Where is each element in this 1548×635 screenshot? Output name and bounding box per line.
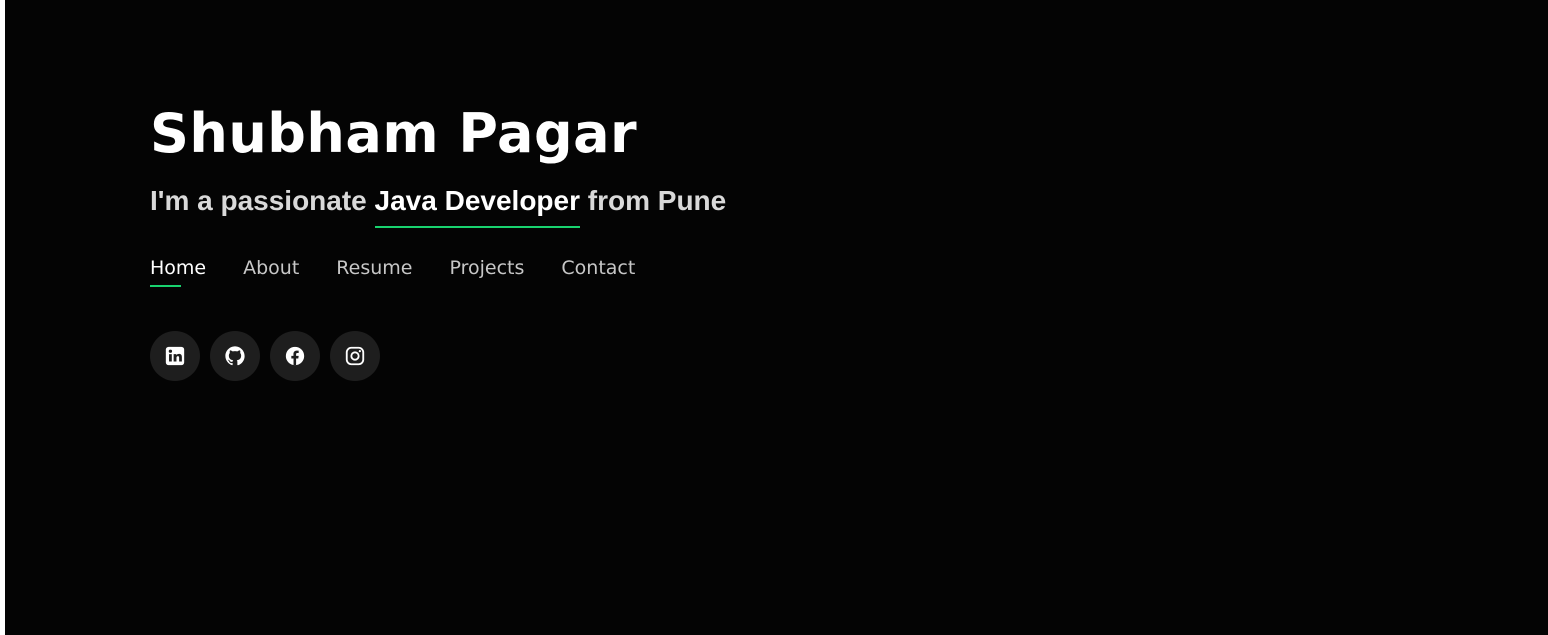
page-title: Shubham Pagar	[150, 102, 638, 165]
tagline-prefix: I'm a passionate	[150, 185, 375, 216]
nav-item-contact[interactable]: Contact	[561, 255, 635, 281]
linkedin-icon	[165, 346, 185, 366]
github-icon	[225, 346, 245, 366]
main-nav: Home About Resume Projects Contact	[150, 255, 726, 287]
github-button[interactable]	[210, 331, 260, 381]
linkedin-button[interactable]	[150, 331, 200, 381]
tagline-suffix: from Pune	[580, 185, 727, 216]
instagram-button[interactable]	[330, 331, 380, 381]
instagram-icon	[345, 346, 365, 366]
nav-item-projects[interactable]: Projects	[449, 255, 524, 281]
social-links	[150, 331, 726, 381]
facebook-icon	[285, 346, 305, 366]
nav-item-resume[interactable]: Resume	[336, 255, 412, 281]
tagline-role: Java Developer	[374, 182, 581, 228]
facebook-button[interactable]	[270, 331, 320, 381]
page-background: Shubham Pagar I'm a passionate Java Deve…	[5, 0, 1548, 635]
nav-item-about[interactable]: About	[243, 255, 299, 281]
tagline: I'm a passionate Java Developer from Pun…	[150, 182, 727, 228]
hero-header: Shubham Pagar I'm a passionate Java Deve…	[150, 96, 726, 381]
nav-item-home[interactable]: Home	[150, 255, 206, 287]
